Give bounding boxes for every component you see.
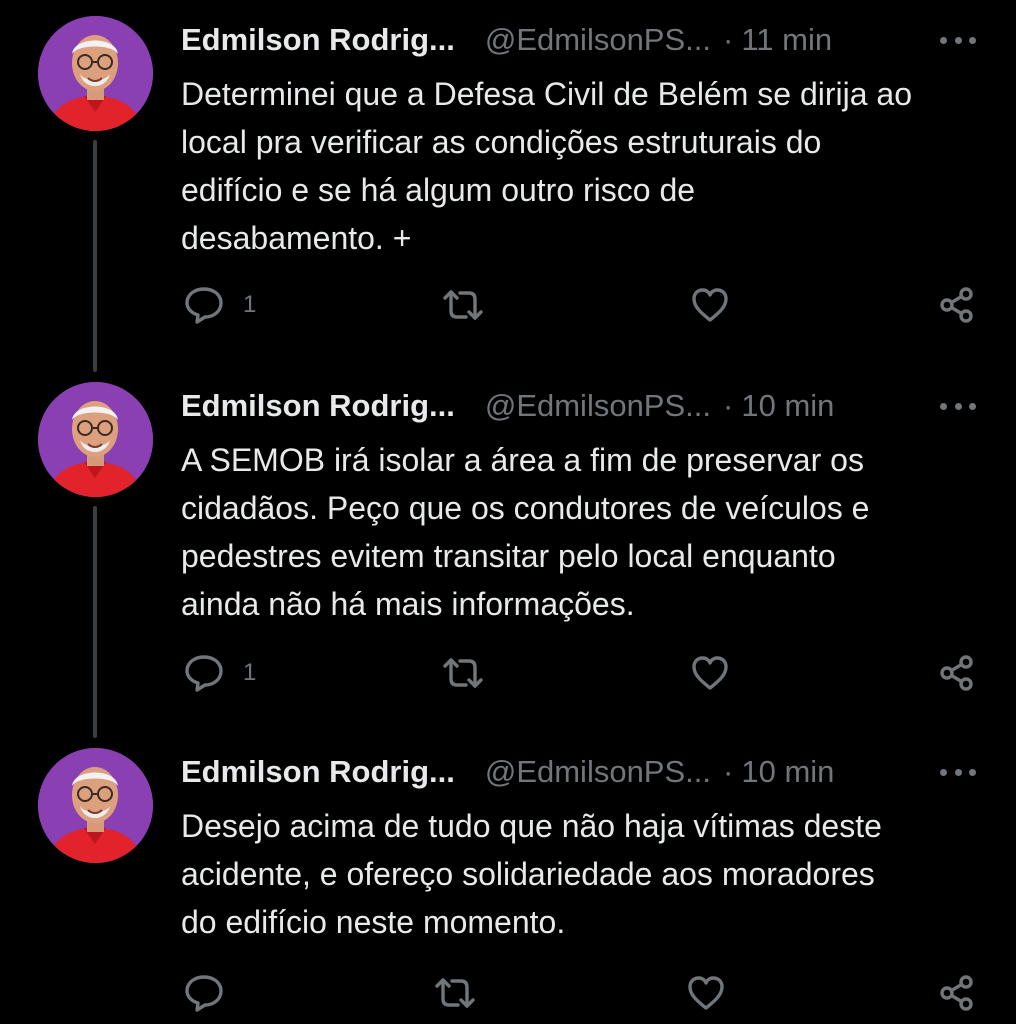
action-bar: 1 — [0, 280, 1016, 330]
timestamp[interactable]: 10 min — [741, 388, 834, 424]
separator-dot: · — [723, 388, 734, 423]
avatar[interactable] — [38, 382, 153, 497]
retweet-icon — [433, 973, 477, 1013]
thread-line — [93, 140, 97, 372]
action-bar: 1 — [0, 648, 1016, 698]
author-name[interactable]: Edmilson Rodrig... — [181, 22, 455, 58]
reply-count: 1 — [243, 291, 257, 318]
author-name[interactable]: Edmilson Rodrig... — [181, 388, 455, 424]
share-icon — [937, 653, 977, 693]
share-icon — [937, 285, 977, 325]
reply-button[interactable] — [183, 968, 243, 1018]
retweet-button[interactable] — [441, 280, 485, 330]
tweet[interactable]: Edmilson Rodrig... @EdmilsonPS... · 10 m… — [0, 366, 1016, 738]
avatar[interactable] — [38, 16, 153, 131]
action-bar — [0, 968, 1016, 1018]
share-button[interactable] — [937, 968, 977, 1018]
reply-icon — [183, 652, 225, 694]
author-name[interactable]: Edmilson Rodrig... — [181, 754, 455, 790]
retweet-button[interactable] — [433, 968, 477, 1018]
retweet-button[interactable] — [441, 648, 485, 698]
timestamp[interactable]: 11 min — [741, 22, 832, 58]
tweet-header: Edmilson Rodrig... @EdmilsonPS... · 10 m… — [181, 384, 981, 428]
retweet-icon — [441, 285, 485, 325]
tweet[interactable]: Edmilson Rodrig... @EdmilsonPS... · 11 m… — [0, 0, 1016, 372]
more-icon[interactable] — [940, 758, 976, 786]
timestamp[interactable]: 10 min — [741, 754, 834, 790]
like-button[interactable] — [690, 648, 730, 698]
more-icon[interactable] — [940, 26, 976, 54]
separator-dot: · — [723, 754, 734, 789]
share-button[interactable] — [937, 280, 977, 330]
separator-dot: · — [723, 22, 734, 57]
reply-button[interactable]: 1 — [183, 648, 256, 698]
author-handle[interactable]: @EdmilsonPS... — [485, 388, 711, 424]
author-handle[interactable]: @EdmilsonPS... — [485, 22, 711, 58]
like-button[interactable] — [690, 280, 730, 330]
like-icon — [686, 973, 726, 1013]
reply-count: 1 — [243, 659, 257, 686]
reply-icon — [183, 284, 225, 326]
tweet-header: Edmilson Rodrig... @EdmilsonPS... · 11 m… — [181, 18, 981, 62]
like-icon — [690, 285, 730, 325]
tweet-text: A SEMOB irá isolar a área a fim de prese… — [181, 442, 870, 622]
tweet[interactable]: Edmilson Rodrig... @EdmilsonPS... · 10 m… — [0, 732, 1016, 1024]
more-icon[interactable] — [940, 392, 976, 420]
share-icon — [937, 973, 977, 1013]
tweet-header: Edmilson Rodrig... @EdmilsonPS... · 10 m… — [181, 750, 981, 794]
author-handle[interactable]: @EdmilsonPS... — [485, 754, 711, 790]
reply-icon — [183, 972, 225, 1014]
thread-line — [93, 506, 97, 738]
like-icon — [690, 653, 730, 693]
tweet-text: Desejo acima de tudo que não haja vítima… — [181, 808, 882, 940]
reply-button[interactable]: 1 — [183, 280, 256, 330]
avatar[interactable] — [38, 748, 153, 863]
like-button[interactable] — [686, 968, 726, 1018]
share-button[interactable] — [937, 648, 977, 698]
retweet-icon — [441, 653, 485, 693]
tweet-text: Determinei que a Defesa Civil de Belém s… — [181, 76, 913, 256]
